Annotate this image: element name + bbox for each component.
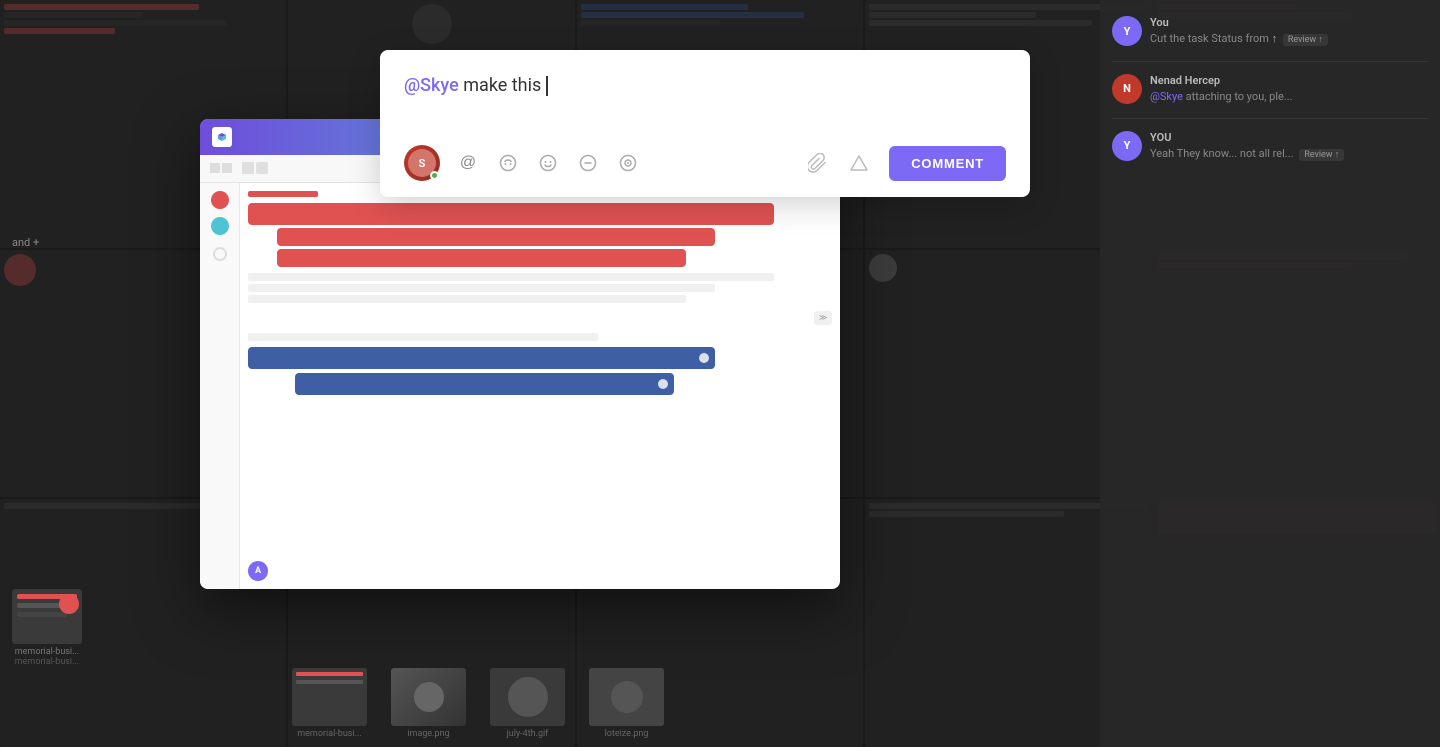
bottom-thumb-2-label: image.png xyxy=(407,729,449,739)
comment-avatar-3: Y xyxy=(1112,131,1142,161)
comment-entry-1: Y You Cut the task Status from ↑ Review … xyxy=(1112,16,1428,47)
target-button[interactable] xyxy=(610,145,646,181)
avatar-online-indicator xyxy=(430,171,439,180)
gantt-bar-red-3 xyxy=(277,249,686,267)
gantt-dot-teal xyxy=(211,217,229,235)
comment-content-2: Nenad Hercep @Skye attaching to you, ple… xyxy=(1150,74,1428,104)
comment-toolbar: S @ xyxy=(404,145,1006,181)
bottom-thumb-item-3[interactable]: july-4th.gif xyxy=(490,668,565,739)
comment-input-area[interactable]: @Skye make this xyxy=(404,72,1006,127)
gantt-content: ≫ A xyxy=(240,183,840,589)
comment-text-1: Cut the task Status from ↑ Review ↑ xyxy=(1150,31,1428,47)
comment-text-2: @Skye attaching to you, ple... xyxy=(1150,89,1428,104)
bottom-thumb-1-label: memorial-busi... xyxy=(297,729,361,739)
divider-1 xyxy=(1112,61,1428,62)
gantt-dot-white-1 xyxy=(699,353,709,363)
comment-submit-button[interactable]: COMMENT xyxy=(889,146,1006,181)
bottom-thumb-3-label: july-4th.gif xyxy=(507,729,549,739)
comment-text: make this xyxy=(463,75,545,96)
gantt-bottom-avatar: A xyxy=(248,561,268,581)
right-comments-panel: Y You Cut the task Status from ↑ Review … xyxy=(1100,0,1440,747)
comment-user-3: YOU xyxy=(1150,131,1428,144)
comment-avatar-1: Y xyxy=(1112,16,1142,46)
commenter-avatar: S xyxy=(404,145,440,181)
comment-user-1: You xyxy=(1150,16,1428,29)
main-content-area: 1 xyxy=(0,0,1100,747)
comment-mention: @Skye xyxy=(404,75,459,96)
gantt-logo xyxy=(212,127,232,147)
gantt-dot-white-2 xyxy=(658,379,668,389)
gantt-bar-blue-1 xyxy=(248,347,715,369)
comment-text-3: Yeah They know... not all rel... Review … xyxy=(1150,146,1428,162)
assign-button[interactable] xyxy=(490,145,526,181)
gantt-body: ≫ A xyxy=(200,183,840,589)
at-mention-button[interactable]: @ xyxy=(450,145,486,181)
gantt-bar-red-2 xyxy=(277,228,715,246)
bottom-thumb-4-label: loteize.png xyxy=(605,729,649,739)
comment-content-1: You Cut the task Status from ↑ Review ↑ xyxy=(1150,16,1428,47)
gantt-dot-add[interactable] xyxy=(213,247,227,261)
attach-button[interactable] xyxy=(799,145,835,181)
comment-avatar-2: N xyxy=(1112,74,1142,104)
bottom-thumb-item-4[interactable]: loteize.png xyxy=(589,668,664,739)
bottom-thumbs-row: memorial-busi... image.png july-4th.gif … xyxy=(280,668,1090,739)
gantt-bar-blue-2 xyxy=(295,373,675,395)
gantt-dot-red xyxy=(211,191,229,209)
edit-button[interactable] xyxy=(570,145,606,181)
comment-popup: @Skye make this S @ xyxy=(380,50,1030,197)
comment-cursor xyxy=(546,76,548,96)
emoji-button[interactable] xyxy=(530,145,566,181)
comment-entry-3: Y YOU Yeah They know... not all rel... R… xyxy=(1112,131,1428,162)
comment-user-2: Nenad Hercep xyxy=(1150,74,1428,87)
drive-button[interactable] xyxy=(841,145,877,181)
comment-content-3: YOU Yeah They know... not all rel... Rev… xyxy=(1150,131,1428,162)
bottom-thumb-item-2[interactable]: image.png xyxy=(391,668,466,739)
divider-2 xyxy=(1112,118,1428,119)
bottom-thumb-item-1[interactable]: memorial-busi... xyxy=(292,668,367,739)
comment-entry-2: N Nenad Hercep @Skye attaching to you, p… xyxy=(1112,74,1428,104)
gantt-bar-red-1 xyxy=(248,203,774,225)
gantt-sidebar xyxy=(200,183,240,589)
